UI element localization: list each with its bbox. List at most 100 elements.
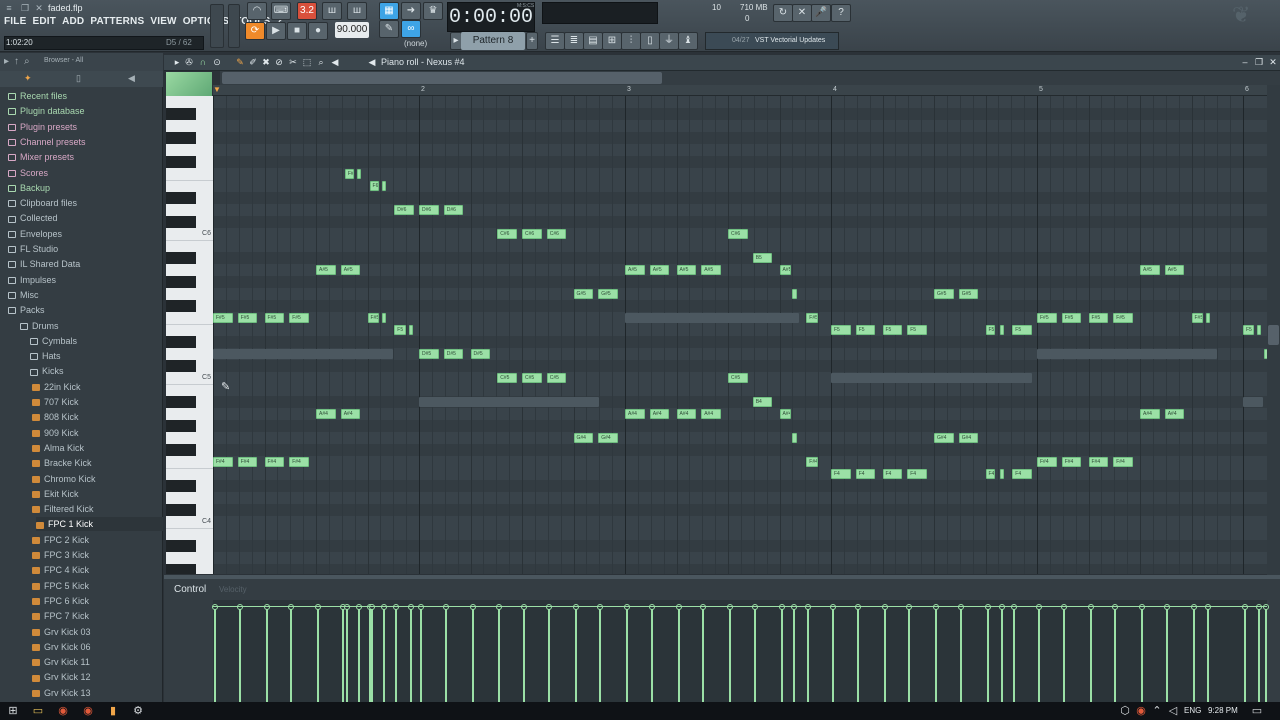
browser-item[interactable]: Ekit Kick [32,487,163,501]
note[interactable]: F#4 [237,457,258,467]
paint-brush-icon[interactable]: ✐ [248,57,258,67]
windows-start-icon[interactable]: ⊞ [6,704,20,718]
time-ruler[interactable] [213,85,1267,96]
browser-item[interactable]: Envelopes [8,227,163,241]
black-key[interactable] [166,276,196,288]
velocity-bar[interactable] [986,608,989,702]
note[interactable]: C#5 [728,373,748,383]
velocity-bar[interactable] [498,608,501,702]
browser-item[interactable]: FPC 6 Kick [32,594,163,608]
browser-item[interactable]: Clipboard files [8,196,163,210]
note[interactable]: F#5 [213,313,233,323]
velocity-bar[interactable] [1141,608,1143,702]
note[interactable]: G#5 [598,289,618,299]
menu-view[interactable]: VIEW [150,16,176,30]
velocity-handle[interactable] [700,604,707,610]
tempo-tapper-icon[interactable]: ♝ [678,32,698,50]
note[interactable]: G#5 [958,289,979,299]
velocity-handle[interactable] [572,604,579,610]
velocity-handle[interactable] [790,604,797,610]
browser-item[interactable]: Cymbals [30,334,163,348]
browser-item[interactable]: Plugin presets [8,120,163,134]
black-key[interactable] [166,216,196,228]
black-key[interactable] [166,132,196,144]
velocity-bar[interactable] [345,608,348,702]
velocity-handle[interactable] [906,604,913,610]
note[interactable]: A#4 [1164,409,1185,419]
note[interactable]: F4 [882,469,903,479]
maximize-icon[interactable]: ❐ [1254,57,1264,67]
note[interactable]: F#5 [1113,313,1133,323]
menu-file[interactable]: FILE [4,16,26,30]
velocity-handle[interactable] [1060,604,1067,610]
velocity-bar[interactable] [471,608,474,702]
note[interactable]: A#4 [676,409,697,419]
note[interactable]: G#5 [934,289,954,299]
mute-tool-icon[interactable]: ⊘ [274,57,284,67]
velocity-bar[interactable] [883,608,886,702]
note[interactable]: F6 [369,181,379,191]
browser-item[interactable]: Impulses [8,273,163,287]
velocity-handle[interactable] [1036,604,1042,610]
black-key[interactable] [166,360,196,372]
velocity-handle[interactable] [1112,604,1119,610]
velocity-handle[interactable] [933,604,939,610]
menu-patterns[interactable]: PATTERNS [90,16,144,30]
browser-item[interactable]: Collected [8,211,163,225]
network-icon[interactable]: ⬡ [1118,704,1132,718]
velocity-bar[interactable] [1206,608,1209,702]
velocity-bar[interactable] [1114,608,1117,702]
browser-file-icon[interactable]: ▯ [76,73,81,84]
velocity-handle[interactable] [881,604,888,610]
black-key[interactable] [166,420,196,432]
velocity-bar[interactable] [807,608,810,702]
refresh-icon[interactable]: ↻ [773,4,793,22]
note[interactable]: C#6 [522,229,542,239]
velocity-lane[interactable] [212,600,1269,702]
velocity-bar[interactable] [702,608,705,702]
target-channel-icon[interactable]: ◀ [367,57,377,67]
note[interactable]: D#6 [419,205,439,215]
browser-item[interactable]: Backup [8,181,163,195]
channel-rack-icon[interactable]: ≣ [564,32,584,50]
velocity-bar[interactable] [382,608,385,702]
control-target[interactable]: Velocity [219,585,247,594]
tools-wrench-icon[interactable]: ✇ [184,57,194,67]
browser-app-icon[interactable]: ◉ [81,704,95,718]
velocity-handle[interactable] [407,604,414,610]
note[interactable]: F#5 [1061,313,1082,323]
news-text[interactable]: VST Vectorial Updates [755,37,825,44]
browser-item[interactable]: Grv Kick 03 [32,625,163,639]
velocity-bar[interactable] [523,608,525,702]
note[interactable]: D#5 [470,349,491,359]
note[interactable]: C#5 [546,373,567,383]
browser-item[interactable]: Grv Kick 06 [32,640,163,654]
black-key[interactable] [166,444,196,456]
chrome-icon[interactable]: ◉ [56,704,70,718]
browser-star-icon[interactable]: ✦ [24,73,32,84]
browser-item[interactable]: FPC 5 Kick [32,579,163,593]
volume-icon[interactable]: ◁ [1166,704,1180,718]
velocity-bar[interactable] [238,608,241,702]
note[interactable]: F#5 [1037,313,1057,323]
zoom-tool-icon[interactable]: ⌕ [316,57,326,67]
file-explorer-icon[interactable]: ▭ [31,704,45,718]
note[interactable]: F#5 [237,313,258,323]
velocity-handle[interactable] [805,604,812,610]
browser-item[interactable]: Drums [20,319,163,333]
velocity-bar[interactable] [753,608,756,702]
browser-item[interactable]: Hats [30,349,163,363]
note[interactable]: F5 [394,325,406,335]
note[interactable] [999,469,1004,479]
note[interactable]: A#5 [625,265,645,275]
note[interactable]: G#5 [573,289,594,299]
velocity-handle[interactable] [521,604,527,610]
browser-item[interactable]: Scores [8,166,163,180]
delete-tool-icon[interactable]: ✖ [261,57,271,67]
link-icon[interactable]: ∞ [401,20,421,38]
velocity-handle[interactable] [984,604,991,610]
browser-item[interactable]: Kicks [30,364,163,378]
velocity-bar[interactable] [214,608,216,702]
browser-item[interactable]: Packs [8,303,163,317]
browser-item[interactable]: FPC 1 Kick [36,517,163,532]
